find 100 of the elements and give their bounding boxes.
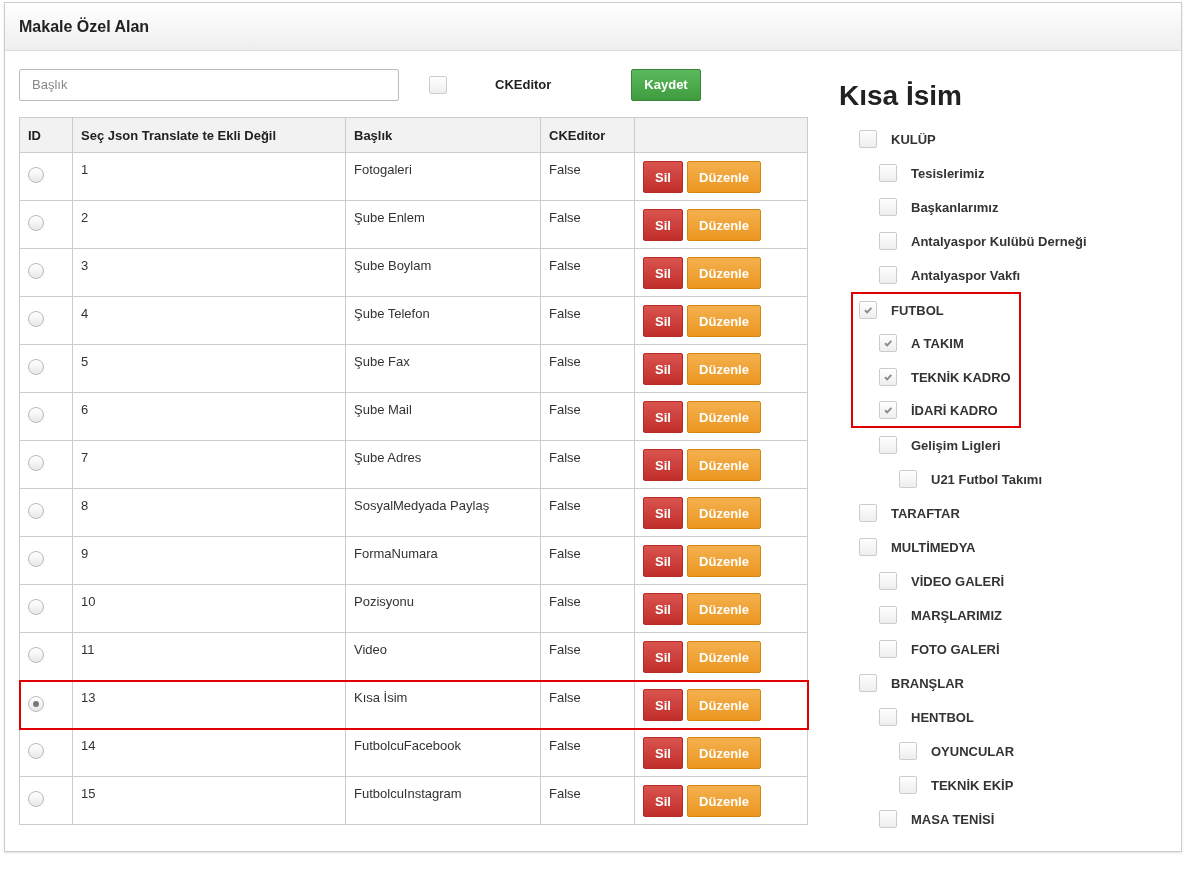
check-icon — [862, 304, 874, 316]
tree-checkbox[interactable] — [879, 401, 897, 419]
delete-button[interactable]: Sil — [643, 257, 683, 289]
tree-item-label[interactable]: OYUNCULAR — [931, 743, 1015, 759]
tree-checkbox[interactable] — [859, 674, 877, 692]
tree-checkbox[interactable] — [879, 266, 897, 284]
ckeditor-cell: False — [549, 258, 581, 273]
tree-checkbox[interactable] — [879, 640, 897, 658]
tree-item-label[interactable]: MASA TENİSİ — [911, 811, 995, 827]
title-cell: FutbolcuFacebook — [354, 738, 461, 753]
tree-checkbox[interactable] — [859, 130, 877, 148]
title-cell: FormaNumara — [354, 546, 438, 561]
check-icon — [882, 337, 894, 349]
tree-checkbox[interactable] — [859, 504, 877, 522]
row-radio[interactable] — [28, 167, 44, 183]
row-radio[interactable] — [28, 743, 44, 759]
tree-checkbox[interactable] — [879, 606, 897, 624]
title-input-field[interactable]: Başlık — [19, 68, 399, 101]
ckeditor-cell: False — [549, 162, 581, 177]
ckeditor-cell: False — [549, 546, 581, 561]
title-cell: Video — [354, 642, 387, 657]
row-radio[interactable] — [28, 311, 44, 327]
row-radio[interactable] — [28, 263, 44, 279]
delete-button[interactable]: Sil — [643, 305, 683, 337]
tree-item-label[interactable]: VİDEO GALERİ — [911, 573, 1005, 589]
tree-item-label[interactable]: FUTBOL — [891, 302, 944, 318]
title-cell: Şube Adres — [354, 450, 422, 465]
delete-button[interactable]: Sil — [643, 545, 683, 577]
tree-item-label[interactable]: Antalyaspor Vakfı — [911, 267, 1021, 283]
check-icon — [882, 371, 894, 383]
tree-item-label[interactable]: TARAFTAR — [891, 505, 960, 521]
row-radio[interactable] — [28, 647, 44, 663]
tree-checkbox[interactable] — [899, 470, 917, 488]
tree-item-label[interactable]: MULTİMEDYA — [891, 539, 976, 555]
row-radio[interactable] — [28, 551, 44, 567]
tree-item-label[interactable]: İDARİ KADRO — [911, 402, 998, 418]
tree-checkbox[interactable] — [879, 334, 897, 352]
title-cell: SosyalMedyada Paylaş — [354, 498, 490, 513]
row-radio[interactable] — [28, 791, 44, 807]
delete-button[interactable]: Sil — [643, 353, 683, 385]
tree-item-label[interactable]: U21 Futbol Takımı — [931, 471, 1042, 487]
id-cell: 14 — [81, 738, 96, 753]
tree-checkbox[interactable] — [879, 164, 897, 182]
ckeditor-cell: False — [549, 690, 581, 705]
title-cell: FutbolcuInstagram — [354, 786, 462, 801]
delete-button[interactable]: Sil — [643, 593, 683, 625]
tree-checkbox[interactable] — [899, 742, 917, 760]
column-header: Başlık — [345, 117, 541, 153]
tree-item-label[interactable]: Başkanlarımız — [911, 199, 999, 215]
tree-item-label[interactable]: Antalyaspor Kulübü Derneği — [911, 233, 1087, 249]
row-radio[interactable] — [28, 359, 44, 375]
row-radio[interactable] — [28, 503, 44, 519]
tree-checkbox[interactable] — [859, 301, 877, 319]
tree-item-label[interactable]: MARŞLARIMIZ — [911, 607, 1002, 623]
delete-button[interactable]: Sil — [643, 737, 683, 769]
tree-checkbox[interactable] — [879, 810, 897, 828]
id-cell: 9 — [81, 546, 89, 561]
ckeditor-cell: False — [549, 642, 581, 657]
save-button[interactable]: Kaydet — [631, 68, 701, 101]
tree-item-label[interactable]: TEKNİK EKİP — [931, 777, 1014, 793]
delete-button[interactable]: Sil — [643, 209, 683, 241]
tree-checkbox[interactable] — [899, 776, 917, 794]
title-cell: Kısa İsim — [354, 690, 408, 705]
tree-item-label[interactable]: HENTBOL — [911, 709, 974, 725]
tree-item-label[interactable]: Tesislerimiz — [911, 165, 985, 181]
title-cell: Fotogaleri — [354, 162, 412, 177]
tree-item-label[interactable]: BRANŞLAR — [891, 675, 964, 691]
id-cell: 8 — [81, 498, 89, 513]
row-radio[interactable] — [28, 455, 44, 471]
id-cell: 5 — [81, 354, 89, 369]
row-radio[interactable] — [28, 407, 44, 423]
tree-title: Kısa İsim — [839, 80, 963, 112]
row-radio[interactable] — [28, 599, 44, 615]
delete-button[interactable]: Sil — [643, 641, 683, 673]
tree-item-label[interactable]: A TAKIM — [911, 335, 964, 351]
delete-button[interactable]: Sil — [643, 161, 683, 193]
tree-item-label[interactable]: FOTO GALERİ — [911, 641, 1000, 657]
check-icon — [882, 404, 894, 416]
tree-item-label[interactable]: Gelişim Ligleri — [911, 437, 1001, 453]
ckeditor-cell: False — [549, 354, 581, 369]
tree-checkbox[interactable] — [879, 572, 897, 590]
delete-button[interactable]: Sil — [643, 497, 683, 529]
tree-checkbox[interactable] — [879, 708, 897, 726]
ckeditor-cell: False — [549, 450, 581, 465]
tree-checkbox[interactable] — [879, 198, 897, 216]
delete-button[interactable]: Sil — [643, 449, 683, 481]
delete-button[interactable]: Sil — [643, 689, 683, 721]
row-radio[interactable] — [28, 696, 44, 712]
delete-button[interactable]: Sil — [643, 401, 683, 433]
tree-checkbox[interactable] — [879, 232, 897, 250]
row-radio[interactable] — [28, 215, 44, 231]
tree-checkbox[interactable] — [879, 436, 897, 454]
tree-item-label[interactable]: KULÜP — [891, 131, 936, 147]
delete-button[interactable]: Sil — [643, 785, 683, 817]
id-cell: 11 — [81, 642, 95, 657]
tree-checkbox[interactable] — [879, 368, 897, 386]
tree-checkbox[interactable] — [859, 538, 877, 556]
tree-item-label[interactable]: TEKNİK KADRO — [911, 369, 1011, 385]
ckeditor-checkbox[interactable] — [429, 75, 447, 94]
column-header: Seç Json Translate te Ekli Değil — [72, 117, 346, 153]
